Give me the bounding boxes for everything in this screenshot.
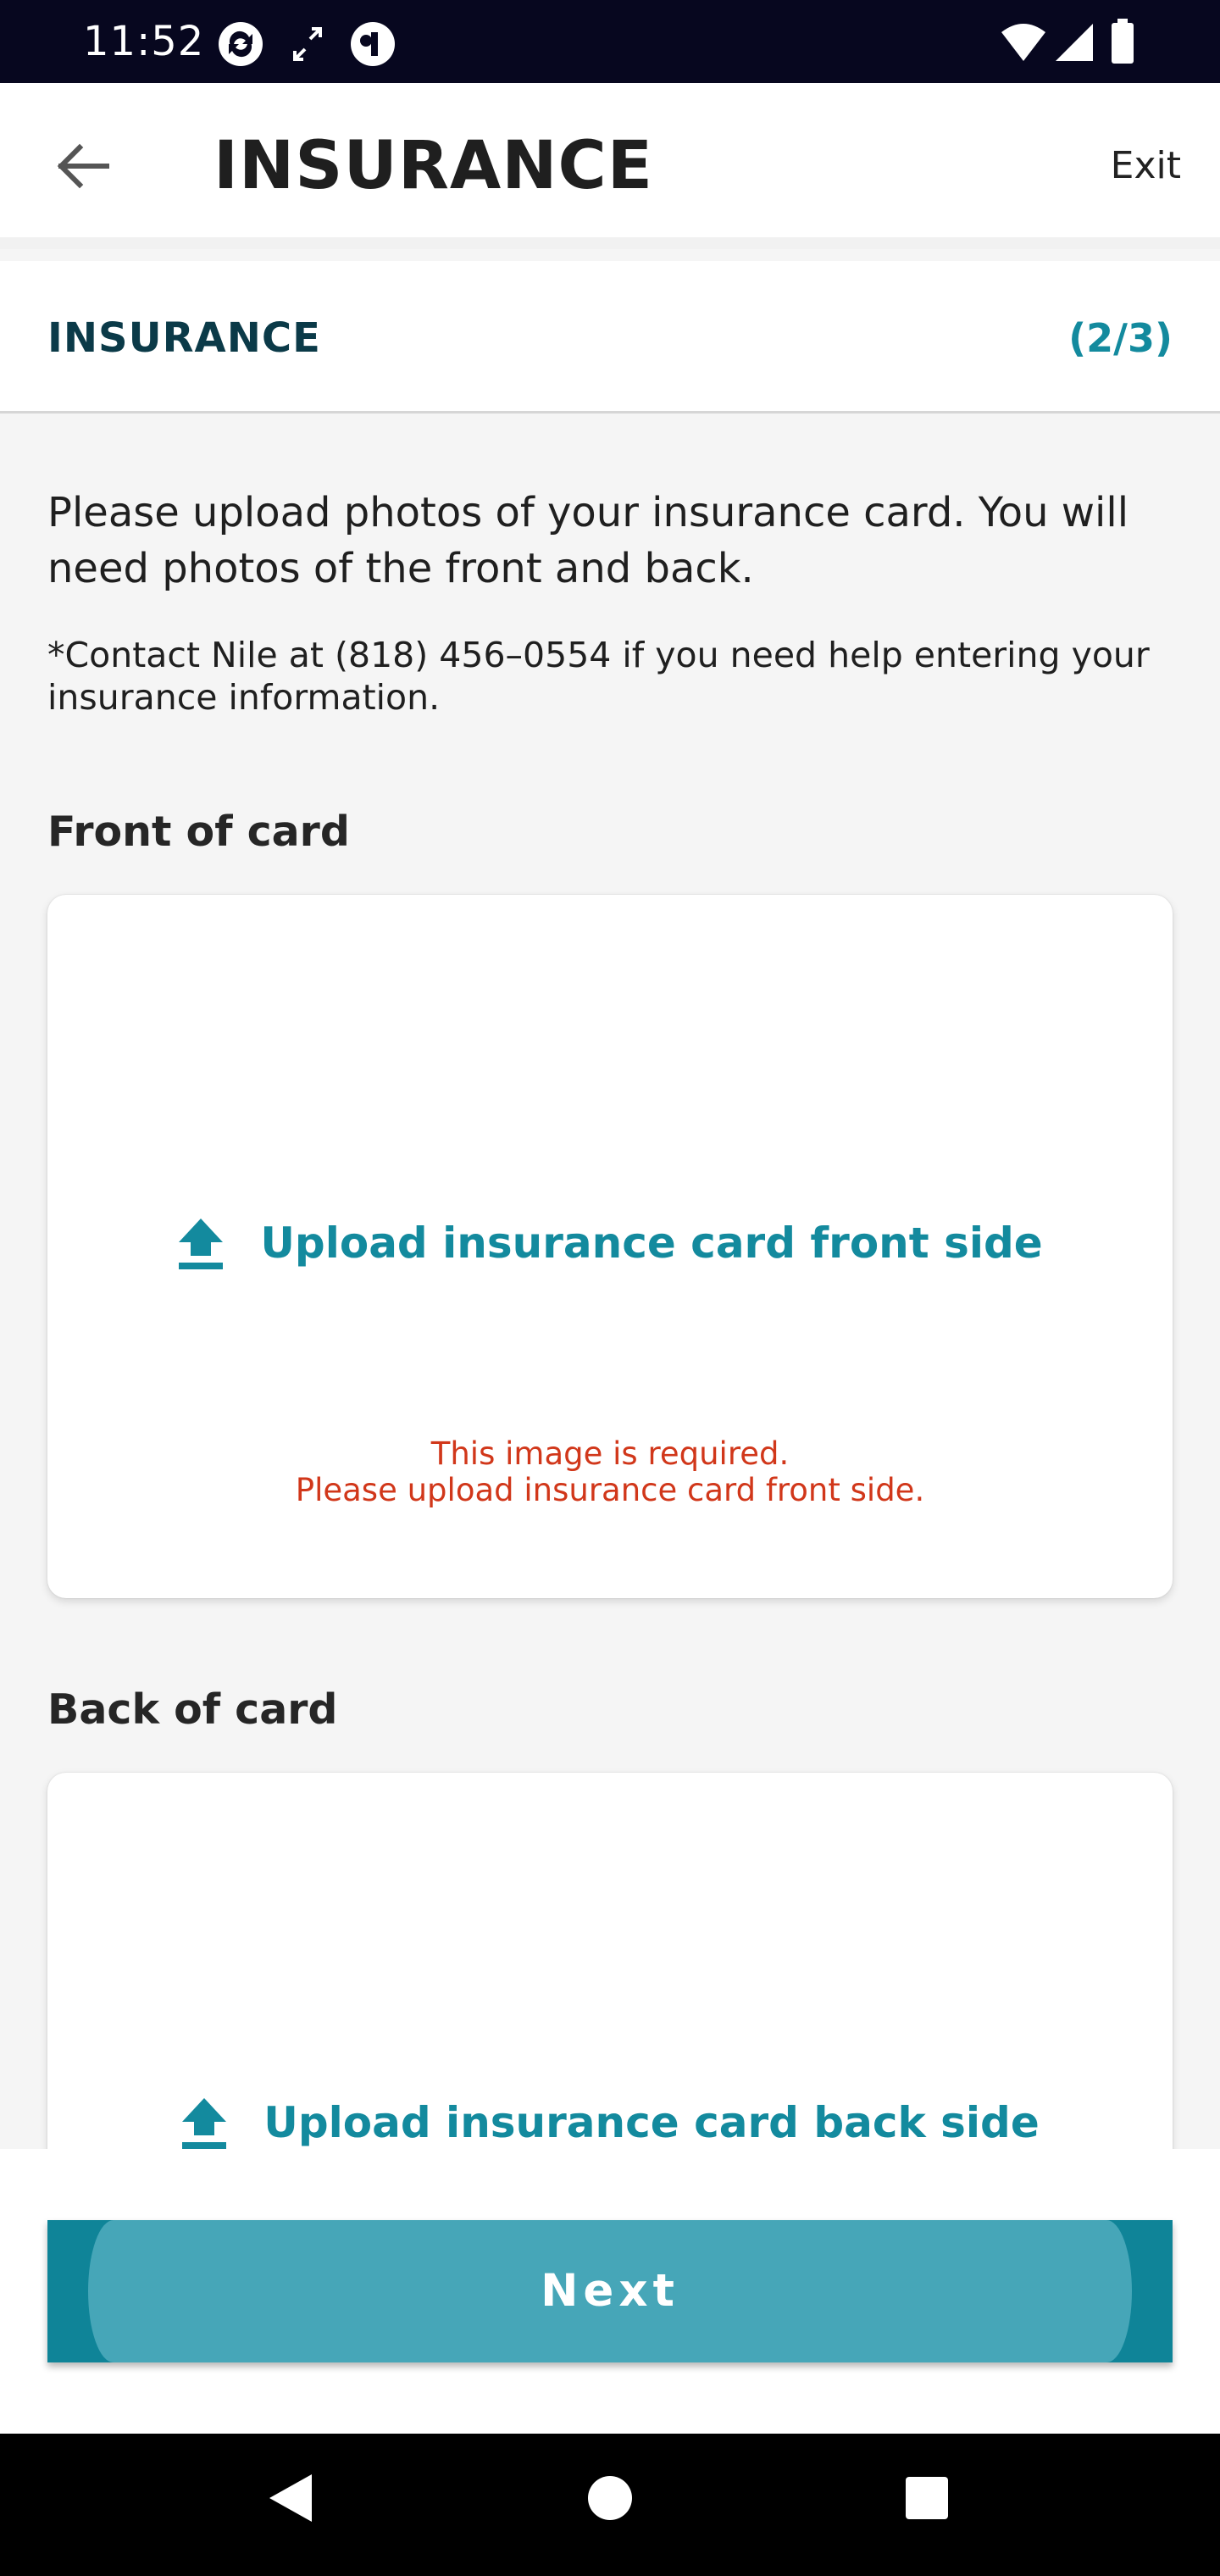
upload-icon <box>182 2098 227 2149</box>
app-bar: INSURANCE Exit <box>0 83 1220 249</box>
recents-square-icon[interactable] <box>903 2471 951 2525</box>
front-error-line1: This image is required. <box>430 1435 790 1472</box>
exit-button[interactable]: Exit <box>1111 142 1181 190</box>
status-time: 11:52 <box>83 18 205 65</box>
wifi-icon <box>1001 24 1045 61</box>
next-button-label: Next <box>541 2265 679 2317</box>
page-title: INSURANCE <box>214 128 654 204</box>
front-card-label: Front of card <box>47 808 350 856</box>
back-triangle-icon[interactable] <box>264 2471 315 2525</box>
arrow-left-icon[interactable] <box>47 130 119 202</box>
signal-icon <box>1056 24 1093 61</box>
back-card-label: Back of card <box>47 1685 338 1734</box>
sync-icon <box>219 22 263 66</box>
upload-icon <box>179 1219 224 1269</box>
front-upload-label: Upload insurance card front side <box>260 1219 1043 1268</box>
section-title: INSURANCE <box>47 314 321 362</box>
app-badge-icon <box>351 22 395 66</box>
screen: 11:52 INSURANCE Exit INSURANCE (2/3) Ple… <box>0 0 1220 2576</box>
status-bar: 11:52 <box>0 0 1220 83</box>
expand-arrows-icon <box>293 27 322 61</box>
battery-icon <box>1112 19 1134 64</box>
next-button[interactable]: Next <box>47 2220 1173 2362</box>
step-indicator: (2/3) <box>1068 315 1173 361</box>
contact-note: *Contact Nile at (818) 456–0554 if you n… <box>47 635 1150 718</box>
home-circle-icon[interactable] <box>586 2471 634 2525</box>
front-error-line2: Please upload insurance card front side. <box>295 1472 925 1508</box>
system-nav-bar <box>0 2434 1220 2576</box>
back-upload-button[interactable]: Upload insurance card back side <box>47 2096 1173 2149</box>
front-upload-button[interactable]: Upload insurance card front side <box>47 1217 1173 1269</box>
bottom-action-area: Next <box>0 2149 1220 2434</box>
section-header: INSURANCE (2/3) <box>0 261 1220 414</box>
back-upload-label: Upload insurance card back side <box>263 2098 1040 2147</box>
front-card-upload-area[interactable]: Upload insurance card front side This im… <box>47 895 1173 1598</box>
instructions-text: Please upload photos of your insurance c… <box>47 489 1129 592</box>
